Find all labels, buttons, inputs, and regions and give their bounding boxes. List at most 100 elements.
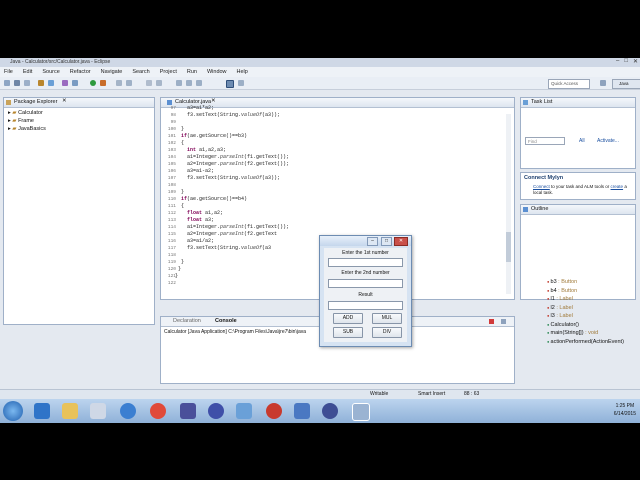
- tree-item-javabasics[interactable]: ▸ ▰ JavaBasics: [8, 126, 46, 132]
- package-icon[interactable]: [38, 80, 44, 86]
- chrome-icon[interactable]: [150, 403, 166, 419]
- task-activate-link[interactable]: Activate...: [597, 138, 619, 144]
- first-number-field[interactable]: [328, 258, 403, 267]
- outline-item[interactable]: ● l2 : Label: [547, 305, 573, 311]
- menu-file[interactable]: File: [4, 67, 13, 77]
- outline-item[interactable]: ● b4 : Button: [547, 288, 577, 294]
- code-line[interactable]: a3=a1-a2;: [175, 168, 505, 175]
- annotation-icon[interactable]: [146, 80, 152, 86]
- outline-item[interactable]: ● Calculator(): [547, 322, 579, 328]
- add-button[interactable]: ADD: [333, 313, 363, 324]
- code-line[interactable]: [175, 119, 505, 126]
- scrollbar-thumb[interactable]: [506, 232, 511, 262]
- word-icon[interactable]: [294, 403, 310, 419]
- menu-project[interactable]: Project: [160, 67, 177, 77]
- code-line[interactable]: f3.setText(String.valueOf(a3));: [175, 175, 505, 182]
- sub-button[interactable]: SUB: [333, 327, 363, 338]
- system-clock[interactable]: 1:25 PM 6/14/2015: [614, 402, 636, 418]
- close-icon[interactable]: ✕: [211, 98, 216, 104]
- outline-item[interactable]: ● main(String[]) : void: [547, 330, 598, 336]
- second-number-field[interactable]: [328, 279, 403, 288]
- code-line[interactable]: if(ae.getSource()==b4): [175, 196, 505, 203]
- task-all-link[interactable]: All: [579, 138, 585, 144]
- explorer-icon[interactable]: [62, 403, 78, 419]
- connect-link[interactable]: Connect: [533, 184, 550, 189]
- outline-tab[interactable]: Outline: [521, 205, 635, 215]
- tab-declaration[interactable]: Declaration: [173, 318, 201, 324]
- code-line[interactable]: }: [175, 189, 505, 196]
- code-line[interactable]: }: [175, 126, 505, 133]
- calc-minimize-button[interactable]: –: [367, 237, 378, 246]
- menu-run[interactable]: Run: [187, 67, 197, 77]
- tree-item-frame[interactable]: ▸ ▰ Frame: [8, 118, 34, 124]
- package-explorer-tab[interactable]: Package Explorer ✕: [4, 98, 154, 108]
- code-line[interactable]: [175, 182, 505, 189]
- menu-navigate[interactable]: Navigate: [101, 67, 123, 77]
- new-icon[interactable]: [4, 80, 10, 86]
- create-link[interactable]: create: [611, 184, 624, 189]
- code-line[interactable]: {: [175, 203, 505, 210]
- code-line[interactable]: a3=a1*a2;: [175, 105, 505, 112]
- prev-edit-icon[interactable]: [176, 80, 182, 86]
- java-app-icon[interactable]: [352, 403, 370, 421]
- tab-console[interactable]: Console: [215, 318, 237, 324]
- open-perspective-icon[interactable]: [600, 80, 606, 86]
- open-type-icon[interactable]: [116, 80, 122, 86]
- menu-help[interactable]: Help: [237, 67, 248, 77]
- result-field[interactable]: [328, 301, 403, 310]
- toggle-mark-icon[interactable]: [156, 80, 162, 86]
- menu-source[interactable]: Source: [42, 67, 59, 77]
- editor-scrollbar[interactable]: [506, 114, 511, 294]
- code-line[interactable]: if(ae.getSource()==b3): [175, 133, 505, 140]
- external-tools-icon[interactable]: [72, 80, 78, 86]
- eclipse-third-icon[interactable]: [322, 403, 338, 419]
- code-line[interactable]: int a1,a2,a3;: [175, 147, 505, 154]
- outline-item[interactable]: ● l1 : Label: [547, 296, 573, 302]
- back-icon[interactable]: [186, 80, 192, 86]
- ie-icon[interactable]: [34, 403, 50, 419]
- close-icon[interactable]: ✕: [62, 98, 67, 104]
- menu-refactor[interactable]: Refactor: [70, 67, 91, 77]
- outline-item[interactable]: ● actionPerformed(ActionEvent): [547, 339, 624, 345]
- forward-icon[interactable]: [196, 80, 202, 86]
- calculator-titlebar[interactable]: – □ ✕: [320, 236, 411, 246]
- code-line[interactable]: a1=Integer.parseInt(f1.getText());: [175, 224, 505, 231]
- debug-icon[interactable]: [62, 80, 68, 86]
- terminate-icon[interactable]: [489, 319, 494, 324]
- code-line[interactable]: float a3;: [175, 217, 505, 224]
- network-icon[interactable]: [120, 403, 136, 419]
- tree-item-calculator[interactable]: ▸ ▰ Calculator: [8, 110, 43, 116]
- code-line[interactable]: float a1,a2;: [175, 210, 505, 217]
- new-class-icon[interactable]: [48, 80, 54, 86]
- outline-item[interactable]: ● l3 : Label: [547, 313, 573, 319]
- close-button[interactable]: ✕: [633, 58, 638, 65]
- print-icon[interactable]: [24, 80, 30, 86]
- div-button[interactable]: DIV: [372, 327, 402, 338]
- code-line[interactable]: {: [175, 140, 505, 147]
- code-line[interactable]: a1=Integer.parseInt(f1.getText());: [175, 154, 505, 161]
- menu-window[interactable]: Window: [207, 67, 227, 77]
- recorder-icon[interactable]: [266, 403, 282, 419]
- menu-search[interactable]: Search: [132, 67, 149, 77]
- run-icon[interactable]: [90, 80, 96, 86]
- eclipse-alt-icon[interactable]: [208, 403, 224, 419]
- calc-close-button[interactable]: ✕: [394, 237, 408, 246]
- save-icon[interactable]: [14, 80, 20, 86]
- menu-edit[interactable]: Edit: [23, 67, 32, 77]
- pin-icon[interactable]: [226, 80, 234, 88]
- java-perspective-button[interactable]: Java: [612, 79, 640, 89]
- coverage-icon[interactable]: [100, 80, 106, 86]
- search-icon[interactable]: [126, 80, 132, 86]
- task-find-input[interactable]: Find: [525, 137, 565, 145]
- start-button[interactable]: [3, 401, 23, 421]
- media-player-icon[interactable]: [90, 403, 106, 419]
- eclipse-icon[interactable]: [180, 403, 196, 419]
- mul-button[interactable]: MUL: [372, 313, 402, 324]
- task-list-tab[interactable]: Task List: [521, 98, 635, 108]
- quick-access-field[interactable]: Quick Access: [548, 79, 590, 89]
- code-line[interactable]: f3.setText(String.valueOf(a3));: [175, 112, 505, 119]
- remove-launch-icon[interactable]: [501, 319, 506, 324]
- code-line[interactable]: a2=Integer.parseInt(f2.getText());: [175, 161, 505, 168]
- nav-icon[interactable]: [238, 80, 244, 86]
- app-icon[interactable]: [236, 403, 252, 419]
